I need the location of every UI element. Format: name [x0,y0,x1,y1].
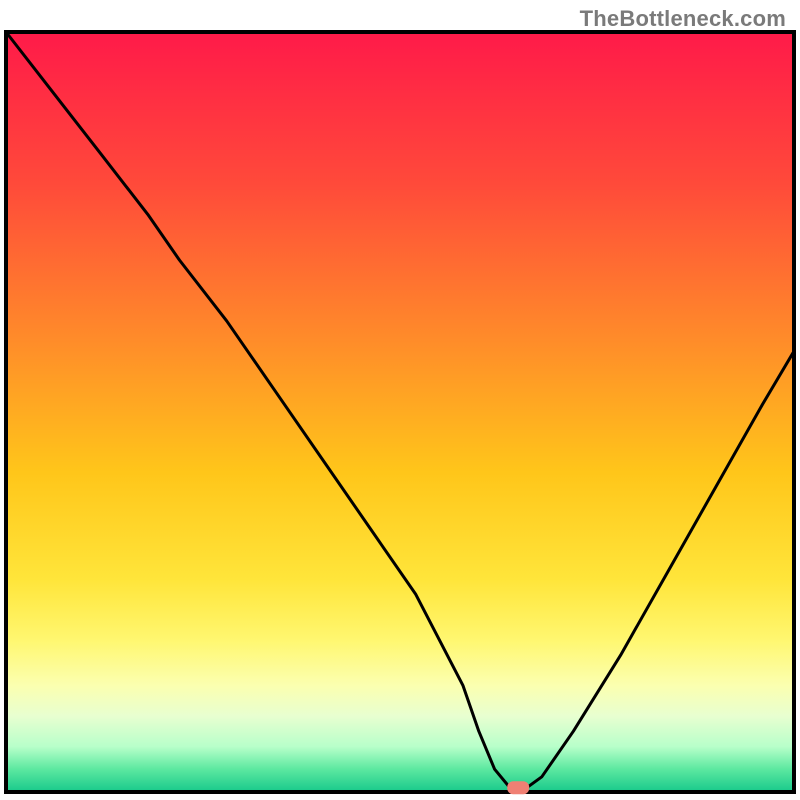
chart-svg [0,0,800,800]
attribution-watermark: TheBottleneck.com [580,6,786,32]
bottleneck-chart: TheBottleneck.com [0,0,800,800]
optimal-marker [507,781,529,794]
plot-background [6,32,794,792]
